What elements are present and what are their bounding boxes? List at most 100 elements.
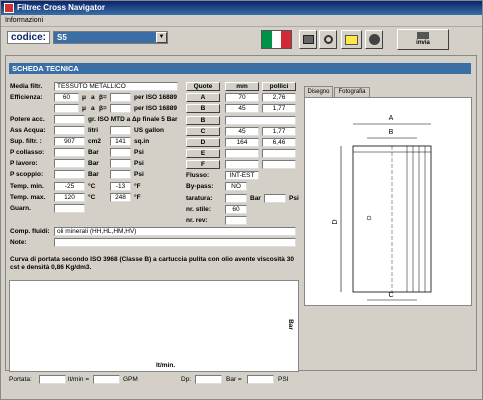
portata-gpm-field[interactable]	[93, 375, 120, 384]
app-icon	[4, 3, 14, 13]
flag-stripe-white	[271, 31, 282, 48]
temp-max-c-field[interactable]: 120	[54, 193, 85, 202]
menu-bar: Informazioni	[1, 15, 482, 27]
rev-field[interactable]	[225, 216, 247, 225]
ass-acqua-litri-field[interactable]	[54, 126, 85, 135]
dp-bar-label: Bar =	[226, 376, 242, 383]
ass-acqua-label: Ass Acqua:	[10, 127, 46, 134]
efficienza-beta-field-2[interactable]	[110, 104, 131, 113]
quote-header: Quote	[186, 82, 220, 91]
quote-row-f-label: F	[186, 160, 220, 169]
note-icon	[345, 35, 358, 45]
note-field[interactable]	[54, 238, 296, 247]
efficienza-mu-field-1[interactable]: 60	[54, 93, 79, 102]
note-label: Note:	[10, 239, 27, 246]
guarn-field[interactable]	[54, 204, 85, 213]
magnifier-icon	[323, 35, 333, 44]
send-button[interactable]: invia	[397, 29, 449, 50]
fluidi-label: Comp. fluidi:	[10, 228, 50, 235]
taratura-psi-label: Psi	[289, 195, 299, 202]
sup-filtr-sqin-field[interactable]: 141	[110, 137, 131, 146]
p-lavoro-label: P lavoro:	[10, 160, 38, 167]
p-lavoro-bar-field[interactable]	[54, 159, 85, 168]
menu-item-informazioni[interactable]: Informazioni	[5, 17, 43, 24]
window-title: Filtrec Cross Navigator	[17, 3, 106, 12]
cm2-label: cm2	[88, 138, 102, 145]
quote-row-c-in[interactable]: 1,77	[262, 127, 296, 136]
preview-button[interactable]	[319, 30, 337, 49]
quote-row-f-mm[interactable]	[225, 160, 259, 169]
quote-row-a-in[interactable]: 2,76	[262, 93, 296, 102]
temp-min-c-label: °C	[88, 183, 96, 190]
quote-row-a-label: A	[186, 93, 220, 102]
quote-row-b2-mm[interactable]	[225, 116, 296, 125]
curve-ylabel: Bar	[287, 319, 295, 330]
efficienza-mu-field-2[interactable]	[54, 104, 79, 113]
temp-max-f-field[interactable]: 248	[110, 193, 131, 202]
p-lavoro-psi-label: Psi	[134, 160, 144, 167]
dp-psi-field[interactable]	[247, 375, 274, 384]
potere-label: Potere acc.	[10, 116, 45, 123]
p-collasso-psi-field[interactable]	[110, 148, 131, 157]
flag-italy-button[interactable]	[261, 30, 292, 49]
flusso-field[interactable]: INT-EST	[225, 171, 259, 180]
quote-row-a-mm[interactable]: 70	[225, 93, 259, 102]
mu-label-2: μ	[82, 105, 86, 112]
ass-acqua-gallon-field[interactable]	[110, 126, 131, 135]
fluidi-field[interactable]: oli minerali (HH,HL,HM,HV)	[54, 227, 296, 236]
drawing-tabs: Disegno Fotografia	[304, 85, 472, 97]
temp-min-f-label: °F	[134, 183, 141, 190]
codice-label: codice:	[7, 31, 51, 44]
quote-row-b-mm[interactable]: 45	[225, 104, 259, 113]
p-scoppio-psi-label: Psi	[134, 171, 144, 178]
dim-a-text: A	[389, 115, 394, 122]
chevron-down-icon[interactable]: ▼	[156, 32, 167, 43]
gpm-label: GPM	[123, 376, 138, 383]
info-button[interactable]	[365, 30, 383, 49]
efficienza-beta-field-1[interactable]	[110, 93, 131, 102]
tab-disegno[interactable]: Disegno	[304, 86, 333, 97]
printer-icon	[302, 35, 314, 44]
tab-fotografia[interactable]: Fotografia	[334, 87, 370, 97]
quote-row-e-in[interactable]	[262, 149, 296, 158]
sup-filtr-cm2-field[interactable]: 907	[54, 137, 85, 146]
p-lavoro-psi-field[interactable]	[110, 159, 131, 168]
litri-label: litri	[88, 127, 99, 134]
temp-max-f-label: °F	[134, 194, 141, 201]
curve-xlabel: lt/min.	[156, 362, 176, 369]
quote-row-e-mm[interactable]	[225, 149, 259, 158]
quote-row-c-mm[interactable]: 45	[225, 127, 259, 136]
flag-stripe-green	[262, 31, 272, 48]
potere-field[interactable]	[54, 115, 85, 124]
bypass-field[interactable]: NO	[225, 182, 247, 191]
taratura-bar-field[interactable]	[225, 194, 247, 203]
quote-row-d-label: D	[186, 138, 220, 147]
a-label-2: a	[91, 105, 95, 112]
stile-field[interactable]: 60	[225, 205, 247, 214]
dp-bar-field[interactable]	[195, 375, 222, 384]
notes-button[interactable]	[341, 30, 362, 49]
codice-combobox[interactable]: S5 ▼	[53, 31, 168, 44]
p-scoppio-bar-field[interactable]	[54, 170, 85, 179]
quote-row-d-in[interactable]: 6,46	[262, 138, 296, 147]
sup-filtr-label: Sup. filtr. :	[10, 138, 42, 145]
temp-min-c-field[interactable]: -25	[54, 182, 85, 191]
toolbar: codice: S5 ▼ invia	[1, 28, 482, 50]
info-icon	[368, 34, 380, 45]
temp-min-f-field[interactable]: -13	[110, 182, 131, 191]
sqin-label: sq.in	[134, 138, 150, 145]
p-collasso-bar-field[interactable]	[54, 148, 85, 157]
media-field[interactable]: TESSUTO METALLICO	[54, 82, 178, 91]
taratura-bar-label: Bar	[250, 195, 261, 202]
us-gallon-label: US gallon	[134, 127, 164, 134]
filter-hole	[366, 215, 372, 221]
quote-row-d-mm[interactable]: 164	[225, 138, 259, 147]
quote-row-f-in[interactable]	[262, 160, 296, 169]
p-scoppio-psi-field[interactable]	[110, 170, 131, 179]
quote-row-b-in[interactable]: 1,77	[262, 104, 296, 113]
curve-description: Curva di portata secondo ISO 3968 (Class…	[10, 256, 294, 271]
print-button[interactable]	[299, 30, 317, 49]
portata-ltmin-field[interactable]	[39, 375, 66, 384]
taratura-psi-field[interactable]	[264, 194, 286, 203]
beta-label-1: β=	[99, 94, 107, 101]
